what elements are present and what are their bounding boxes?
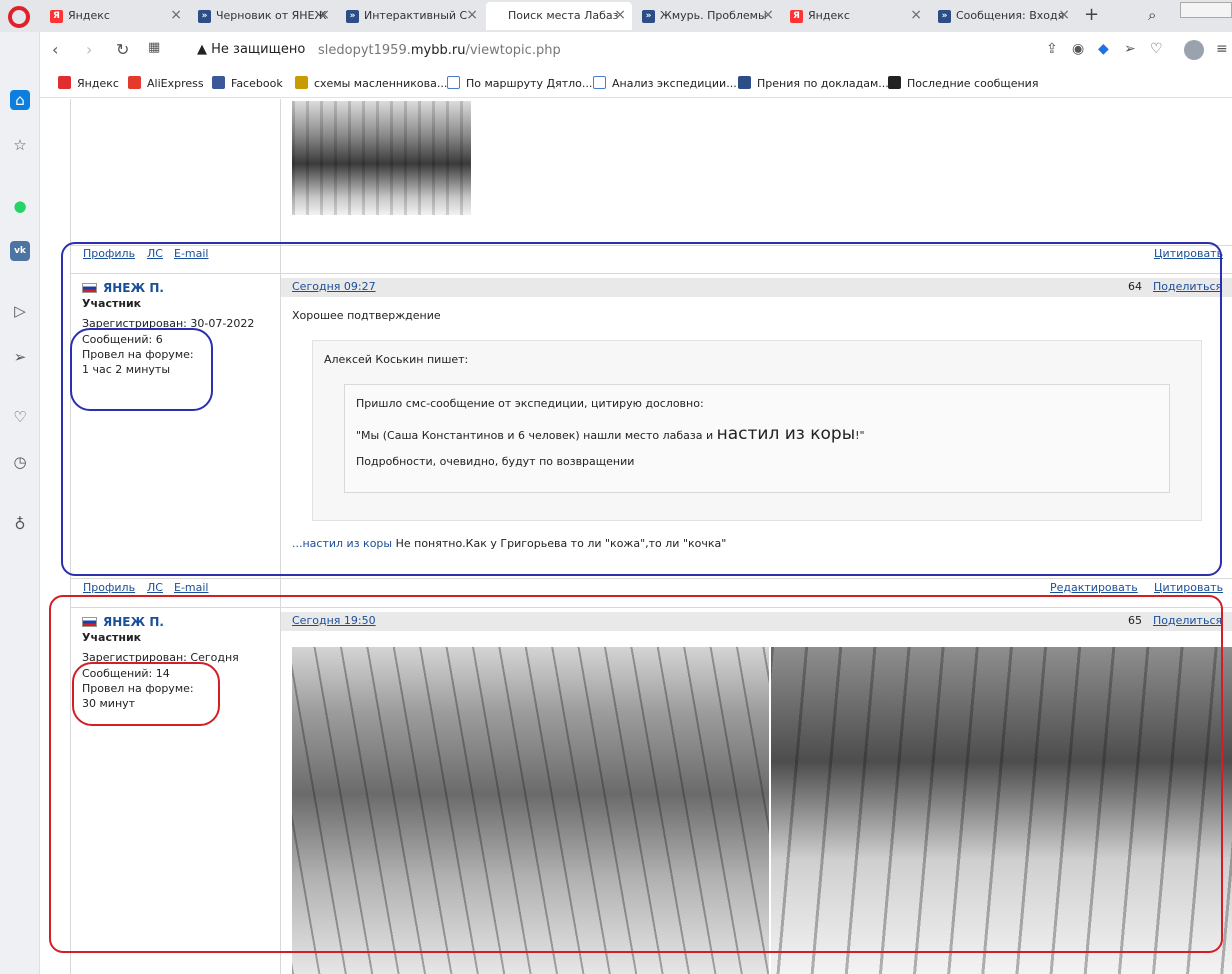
send-icon[interactable]: ➢ (10, 347, 30, 367)
heart-icon[interactable]: ♡ (10, 407, 30, 427)
close-icon[interactable]: × (614, 7, 626, 23)
divider (70, 578, 1232, 579)
tab-labaz-search[interactable]: Поиск места Лабаз × (486, 2, 632, 30)
lightbulb-icon[interactable]: ♁ (10, 514, 30, 534)
forum-page: Профиль ЛС E-mail Цитировать ЯНЕЖ П. Уча… (40, 99, 1232, 974)
bookmark-facebook[interactable]: Facebook (212, 76, 283, 90)
new-tab-plus-icon[interactable]: + (1084, 4, 1099, 25)
shield-icon[interactable]: ◆ (1098, 41, 1109, 57)
tab-label: Интерактивный С (364, 9, 468, 22)
image-icon (295, 76, 308, 89)
close-icon[interactable]: × (318, 7, 330, 23)
url-field[interactable]: sledopyt1959.mybb.ru/viewtopic.php (318, 43, 561, 58)
bookmark-dyatlov-route[interactable]: По маршруту Дятло... (447, 76, 592, 90)
bookmarks-bar: Яндекс AliExpress Facebook схемы масленн… (40, 68, 1232, 98)
url-path: /viewtopic.php (465, 43, 561, 58)
bookmark-latest-messages[interactable]: Последние сообщения (888, 76, 1038, 90)
reload-icon[interactable]: ↻ (116, 40, 129, 59)
aliexpress-icon (128, 76, 141, 89)
tab-label: Яндекс (68, 9, 110, 22)
tab-draft[interactable]: » Черновик от ЯНЕЖ × (190, 2, 336, 30)
tab-label: Черновик от ЯНЕЖ (216, 9, 327, 22)
annotation-circle-user-stats-1 (70, 328, 213, 411)
vk-icon[interactable]: vk (10, 241, 30, 261)
tab-label: Яндекс (808, 9, 850, 22)
edit-link[interactable]: Редактировать (1050, 581, 1138, 594)
close-icon[interactable]: × (1058, 7, 1070, 23)
url-prefix: sledopyt1959. (318, 43, 411, 58)
security-label: Не защищено (211, 42, 306, 57)
mybb-icon: » (938, 10, 951, 23)
address-bar: ‹ › ↻ ▦ ▲ Не защищено sledopyt1959.mybb.… (40, 32, 1232, 68)
camera-icon[interactable]: ◉ (1072, 41, 1084, 57)
close-icon[interactable]: × (762, 7, 774, 23)
warning-triangle-icon: ▲ (197, 42, 207, 57)
yandex-icon (58, 76, 71, 89)
share-icon[interactable]: ⇪ (1046, 41, 1058, 57)
post-photo-expedition-tent[interactable] (292, 101, 471, 215)
tab-bar: Я Яндекс × » Черновик от ЯНЕЖ × » Интера… (0, 0, 1232, 32)
profile-link[interactable]: Профиль (83, 581, 135, 594)
close-icon[interactable]: × (910, 7, 922, 23)
mybb-icon: » (346, 10, 359, 23)
yandex-icon: Я (50, 10, 63, 23)
feed-icon (888, 76, 901, 89)
tab-label: Сообщения: Входя (956, 9, 1065, 22)
tab-label: Жмурь. Проблемы (660, 9, 767, 22)
bookmark-aliexpress[interactable]: AliExpress (128, 76, 204, 90)
bookmark-analysis[interactable]: Анализ экспедиции.... (593, 76, 740, 90)
tab-search-icon[interactable]: ⌕ (1148, 6, 1156, 24)
heart-icon[interactable]: ♡ (1150, 41, 1163, 57)
annotation-frame-post-65 (49, 595, 1223, 953)
speed-dial-grid-icon[interactable]: ▦ (148, 40, 160, 55)
tab-interactive[interactable]: » Интерактивный С × (338, 2, 484, 30)
window-controls[interactable] (1180, 2, 1232, 18)
bookmark-debates[interactable]: Прения по докладам... (738, 76, 889, 90)
tab-label: Поиск места Лабаз (508, 9, 619, 22)
whatsapp-icon[interactable]: ● (10, 196, 30, 216)
email-link[interactable]: E-mail (174, 581, 209, 594)
profile-avatar-icon[interactable] (1184, 40, 1204, 60)
history-clock-icon[interactable]: ◷ (10, 452, 30, 472)
bookmark-yandex[interactable]: Яндекс (58, 76, 119, 90)
star-icon[interactable]: ☆ (10, 135, 30, 155)
home-icon[interactable]: ⌂ (10, 90, 30, 110)
document-icon (593, 76, 606, 89)
security-warning[interactable]: ▲ Не защищено (197, 42, 305, 57)
url-domain: mybb.ru (410, 43, 466, 58)
tab-zhmur[interactable]: » Жмурь. Проблемы × (634, 2, 780, 30)
annotation-circle-user-stats-2 (72, 662, 220, 726)
player-icon[interactable]: ▷ (10, 301, 30, 321)
document-icon (447, 76, 460, 89)
browser-sidebar: ⌂ ☆ ● vk ▷ ➢ ♡ ◷ ♁ (0, 32, 40, 974)
close-icon[interactable]: × (170, 7, 182, 23)
back-arrow-icon[interactable]: ‹ (52, 40, 58, 59)
close-icon[interactable]: × (466, 7, 478, 23)
forward-arrow-icon[interactable]: › (86, 40, 92, 59)
tab-yandex-1[interactable]: Я Яндекс × (42, 2, 188, 30)
bookmark-maslennikov[interactable]: схемы масленникова... (295, 76, 447, 90)
mybb-icon: » (198, 10, 211, 23)
menu-icon[interactable]: ≡ (1216, 41, 1228, 57)
opera-logo-icon[interactable] (8, 6, 30, 28)
tab-messages[interactable]: » Сообщения: Входя × (930, 2, 1076, 30)
yandex-icon: Я (790, 10, 803, 23)
mybb-icon: » (642, 10, 655, 23)
send-page-icon[interactable]: ➢ (1124, 41, 1136, 57)
pm-link[interactable]: ЛС (147, 581, 163, 594)
facebook-icon (212, 76, 225, 89)
quote-link[interactable]: Цитировать (1154, 581, 1223, 594)
tab-yandex-2[interactable]: Я Яндекс × (782, 2, 928, 30)
mybb-icon (738, 76, 751, 89)
annotation-frame-post-64 (61, 242, 1222, 576)
